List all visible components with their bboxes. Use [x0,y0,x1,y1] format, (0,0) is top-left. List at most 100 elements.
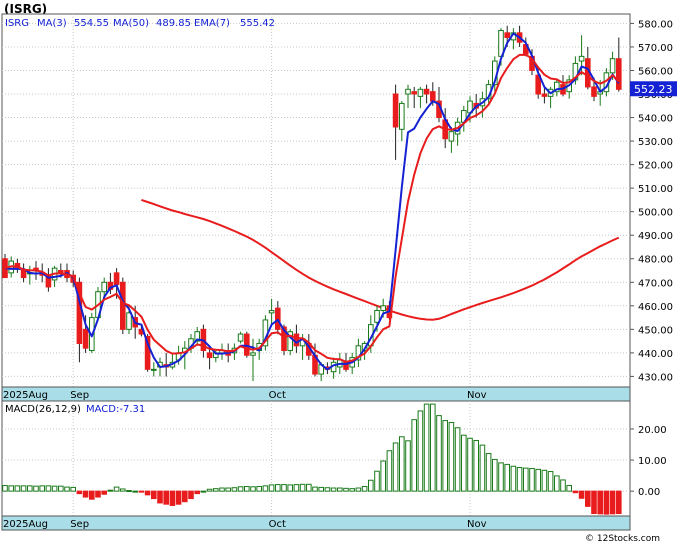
macd-bar [368,479,374,492]
macd-bar [343,487,349,492]
macd-bar [101,490,108,495]
candle-up [380,305,386,312]
price-y-tick-label: 560.00 [638,66,673,77]
macd-bar [318,486,324,492]
macd-bar [454,427,461,492]
macd-bar [473,439,479,492]
macd-bar [523,467,529,492]
price-y-tick-label: 530.00 [638,137,673,148]
price-tag-label: 552.23 [634,83,673,96]
candle-down [541,93,548,97]
legend-ema7-label: EMA(7) [194,18,230,29]
macd-bar [182,490,188,503]
candle-up [448,131,455,142]
macd-bar [355,487,362,492]
macd-bar [541,469,548,492]
candle-up [609,58,616,74]
macd-legend-value: MACD:-7.31 [86,404,145,415]
macd-bar [126,490,132,493]
price-y-tick-label: 430.00 [638,372,673,383]
candle-down [82,328,89,349]
macd-bar [560,479,566,492]
macd-bar [485,453,492,492]
candle-up [578,55,585,62]
macd-bar [585,490,591,507]
price-y-tick-label: 580.00 [638,19,673,30]
macd-bar [58,485,64,492]
macd-bar [27,485,33,492]
macd-bar [8,485,14,492]
candle-down [20,270,27,279]
macd-bar [231,487,238,492]
macd-bar [312,486,318,492]
macd-bar [324,487,331,492]
macd-bar [306,483,312,492]
candle-up [405,88,411,95]
macd-legend-label: MACD(26,12,9) [5,404,81,415]
macd-bar [244,485,250,492]
legend-symbol: ISRG [5,18,29,29]
price-y-tick-label: 440.00 [638,349,673,360]
macd-bar [293,484,300,492]
macd-bar [349,488,355,492]
macd-bar [554,475,560,492]
macd-bar [330,487,337,492]
macd-bar [64,486,70,492]
price-y-tick-label: 540.00 [638,114,673,125]
macd-bar [39,485,46,492]
candle-up [237,333,244,342]
macd-bar [138,490,145,493]
macd-bar [287,484,293,492]
macd-bar [14,485,21,492]
macd-bar [76,490,83,495]
macd-bar [547,471,554,492]
macd-bar [194,490,200,495]
macd-bar [175,490,182,505]
candle-up [374,310,380,323]
macd-bar [535,468,542,492]
price-y-tick-label: 510.00 [638,184,673,195]
candle-up [101,281,108,293]
candle-up [151,368,157,371]
price-y-tick-label: 520.00 [638,161,673,172]
macd-bar [529,467,535,492]
legend-ema7-value: 555.42 [240,18,275,29]
macd-bar [95,490,101,498]
macd-bar [213,488,219,492]
candle-down [504,32,510,39]
macd-bar [417,410,424,492]
macd-bar [405,440,411,492]
x-tick-label: 2025Aug [3,390,48,401]
macd-bar [572,490,579,494]
candle-up [417,88,424,97]
candle-down [423,88,430,95]
candle-down [113,272,120,286]
macd-bar [113,486,120,492]
candle-up [126,312,132,330]
macd-bar [591,490,597,515]
macd-bar [219,487,225,492]
candle-down [392,93,399,128]
macd-bar [578,490,585,499]
macd-bar [510,465,517,492]
macd-bar [132,490,138,493]
macd-bar [120,488,126,492]
macd-bar [609,490,616,515]
price-y-tick-label: 460.00 [638,302,673,313]
candle-up [399,102,405,130]
macd-bar [392,442,399,492]
macd-bar [479,444,486,492]
macd-bar [399,436,405,492]
macd-bar [70,486,77,492]
candle-down [591,86,597,97]
x-tick-label: Nov [467,390,487,401]
stock-chart: (ISRG) 430.00440.00450.00460.00470.00480… [0,0,680,546]
candle-down [206,352,213,359]
legend-ma50-label: MA(50) [113,18,149,29]
x-tick-label: Sep [70,390,89,401]
price-y-tick-label: 490.00 [638,231,673,242]
macd-bar [33,485,39,492]
macd-bar [20,485,27,492]
candle-up [268,310,275,314]
legend-ma3-label: MA(3) [37,18,67,29]
